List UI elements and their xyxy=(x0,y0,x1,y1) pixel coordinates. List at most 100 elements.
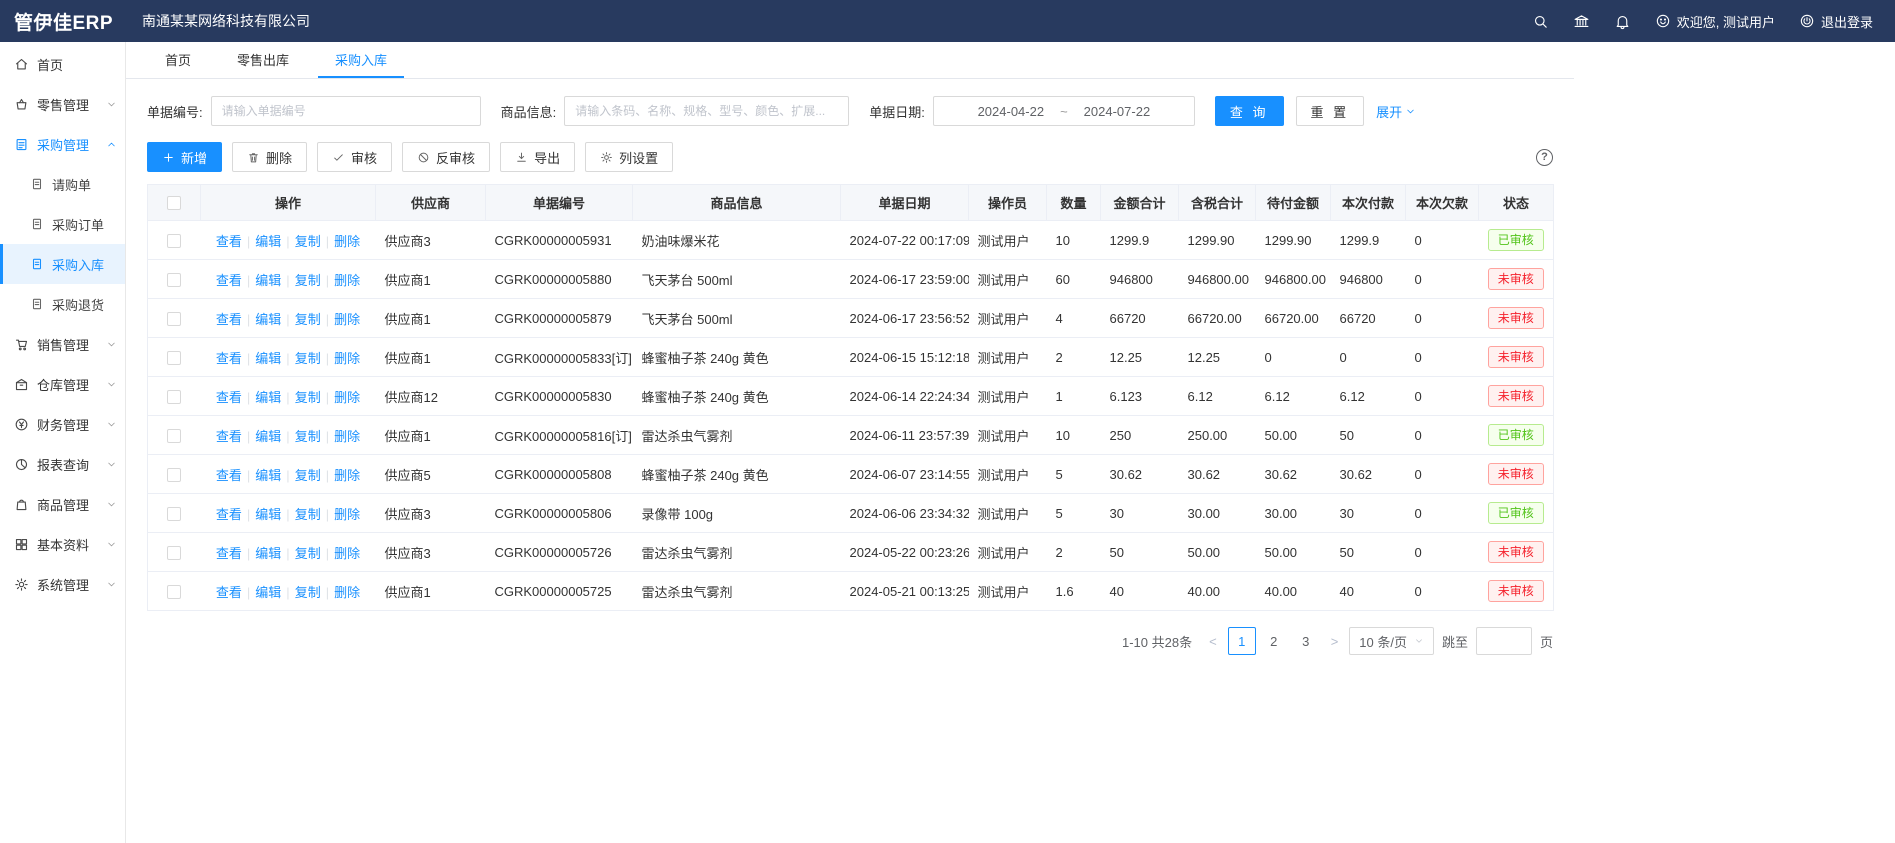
column-header: 本次付款 xyxy=(1331,185,1406,221)
export-button[interactable]: 导出 xyxy=(500,142,575,172)
sidebar-item-warehouse[interactable]: 仓库管理 xyxy=(0,364,125,404)
logout-button[interactable]: 退出登录 xyxy=(1799,12,1873,31)
view-link[interactable]: 查看 xyxy=(216,234,242,249)
view-link[interactable]: 查看 xyxy=(216,585,242,600)
sidebar-item-sale[interactable]: 销售管理 xyxy=(0,324,125,364)
delete-link[interactable]: 删除 xyxy=(334,429,360,444)
delete-link[interactable]: 删除 xyxy=(334,351,360,366)
product-info-input[interactable] xyxy=(564,96,849,126)
select-all-checkbox[interactable] xyxy=(167,196,181,210)
cell-tax-total: 50.00 xyxy=(1179,533,1256,572)
delete-link[interactable]: 删除 xyxy=(334,273,360,288)
view-link[interactable]: 查看 xyxy=(216,351,242,366)
unaudit-button[interactable]: 反审核 xyxy=(402,142,490,172)
page-number-2[interactable]: 2 xyxy=(1260,627,1288,655)
copy-link[interactable]: 复制 xyxy=(295,546,321,561)
sidebar-item-finance[interactable]: 财务管理 xyxy=(0,404,125,444)
bank-icon[interactable] xyxy=(1573,13,1590,30)
doc-no-input[interactable] xyxy=(211,96,481,126)
row-checkbox[interactable] xyxy=(167,390,181,404)
edit-link[interactable]: 编辑 xyxy=(255,429,281,444)
status-badge: 未审核 xyxy=(1488,580,1544,602)
column-settings-button[interactable]: 列设置 xyxy=(585,142,673,172)
sidebar-item-basic[interactable]: 基本资料 xyxy=(0,524,125,564)
row-checkbox[interactable] xyxy=(167,273,181,287)
view-link[interactable]: 查看 xyxy=(216,273,242,288)
help-icon[interactable]: ? xyxy=(1536,149,1553,166)
row-checkbox[interactable] xyxy=(167,234,181,248)
expand-toggle[interactable]: 展开 xyxy=(1376,102,1416,121)
row-checkbox[interactable] xyxy=(167,351,181,365)
copy-link[interactable]: 复制 xyxy=(295,351,321,366)
edit-link[interactable]: 编辑 xyxy=(255,546,281,561)
sidebar-item-system[interactable]: 系统管理 xyxy=(0,564,125,604)
copy-link[interactable]: 复制 xyxy=(295,468,321,483)
next-page-button[interactable]: > xyxy=(1328,634,1342,649)
search-button[interactable]: 查 询 xyxy=(1215,96,1284,126)
view-link[interactable]: 查看 xyxy=(216,507,242,522)
edit-link[interactable]: 编辑 xyxy=(255,312,281,327)
sidebar-subitem-request-form[interactable]: 请购单 xyxy=(0,164,125,204)
tab-retail-outbound[interactable]: 零售出库 xyxy=(220,42,306,78)
edit-link[interactable]: 编辑 xyxy=(255,507,281,522)
audit-button[interactable]: 审核 xyxy=(317,142,392,172)
sidebar-item-product[interactable]: 商品管理 xyxy=(0,484,125,524)
welcome-user[interactable]: 欢迎您, 测试用户 xyxy=(1655,12,1775,31)
sidebar-item-home[interactable]: 首页 xyxy=(0,44,125,84)
delete-link[interactable]: 删除 xyxy=(334,507,360,522)
copy-link[interactable]: 复制 xyxy=(295,507,321,522)
sidebar-item-purchase[interactable]: 采购管理 xyxy=(0,124,125,164)
view-link[interactable]: 查看 xyxy=(216,312,242,327)
page-number-3[interactable]: 3 xyxy=(1292,627,1320,655)
edit-link[interactable]: 编辑 xyxy=(255,273,281,288)
page-number-1[interactable]: 1 xyxy=(1228,627,1256,655)
date-range-picker[interactable]: 2024-04-22 ~ 2024-07-22 xyxy=(933,96,1195,126)
prev-page-button[interactable]: < xyxy=(1206,634,1220,649)
chevron-down-icon xyxy=(106,499,117,510)
delete-link[interactable]: 删除 xyxy=(334,546,360,561)
add-button[interactable]: 新增 xyxy=(147,142,222,172)
sidebar-item-report[interactable]: 报表查询 xyxy=(0,444,125,484)
link-separator: | xyxy=(286,312,289,327)
page-size-select[interactable]: 10 条/页 xyxy=(1349,627,1434,655)
delete-link[interactable]: 删除 xyxy=(334,585,360,600)
delete-link[interactable]: 删除 xyxy=(334,468,360,483)
view-link[interactable]: 查看 xyxy=(216,546,242,561)
tab-home[interactable]: 首页 xyxy=(148,42,208,78)
jump-page-input[interactable] xyxy=(1476,627,1532,655)
delete-link[interactable]: 删除 xyxy=(334,390,360,405)
edit-link[interactable]: 编辑 xyxy=(255,468,281,483)
reset-button[interactable]: 重 置 xyxy=(1296,96,1365,126)
edit-link[interactable]: 编辑 xyxy=(255,390,281,405)
delete-link[interactable]: 删除 xyxy=(334,312,360,327)
delete-link[interactable]: 删除 xyxy=(334,234,360,249)
row-checkbox[interactable] xyxy=(167,312,181,326)
copy-link[interactable]: 复制 xyxy=(295,390,321,405)
chevron-down-icon xyxy=(106,379,117,390)
row-checkbox[interactable] xyxy=(167,585,181,599)
sidebar-subitem-purchase-order[interactable]: 采购订单 xyxy=(0,204,125,244)
row-checkbox[interactable] xyxy=(167,429,181,443)
copy-link[interactable]: 复制 xyxy=(295,312,321,327)
view-link[interactable]: 查看 xyxy=(216,390,242,405)
copy-link[interactable]: 复制 xyxy=(295,273,321,288)
copy-link[interactable]: 复制 xyxy=(295,234,321,249)
sidebar-subitem-purchase-return[interactable]: 采购退货 xyxy=(0,284,125,324)
edit-link[interactable]: 编辑 xyxy=(255,351,281,366)
row-checkbox[interactable] xyxy=(167,546,181,560)
copy-link[interactable]: 复制 xyxy=(295,429,321,444)
view-link[interactable]: 查看 xyxy=(216,468,242,483)
edit-link[interactable]: 编辑 xyxy=(255,585,281,600)
sidebar-subitem-purchase-inbound[interactable]: 采购入库 xyxy=(0,244,125,284)
copy-link[interactable]: 复制 xyxy=(295,585,321,600)
basic-icon xyxy=(14,537,29,552)
sidebar-item-retail[interactable]: 零售管理 xyxy=(0,84,125,124)
row-checkbox[interactable] xyxy=(167,468,181,482)
edit-link[interactable]: 编辑 xyxy=(255,234,281,249)
tab-purchase-inbound[interactable]: 采购入库 xyxy=(318,42,404,78)
row-checkbox[interactable] xyxy=(167,507,181,521)
search-icon[interactable] xyxy=(1532,13,1549,30)
view-link[interactable]: 查看 xyxy=(216,429,242,444)
bell-icon[interactable] xyxy=(1614,13,1631,30)
delete-button[interactable]: 删除 xyxy=(232,142,307,172)
